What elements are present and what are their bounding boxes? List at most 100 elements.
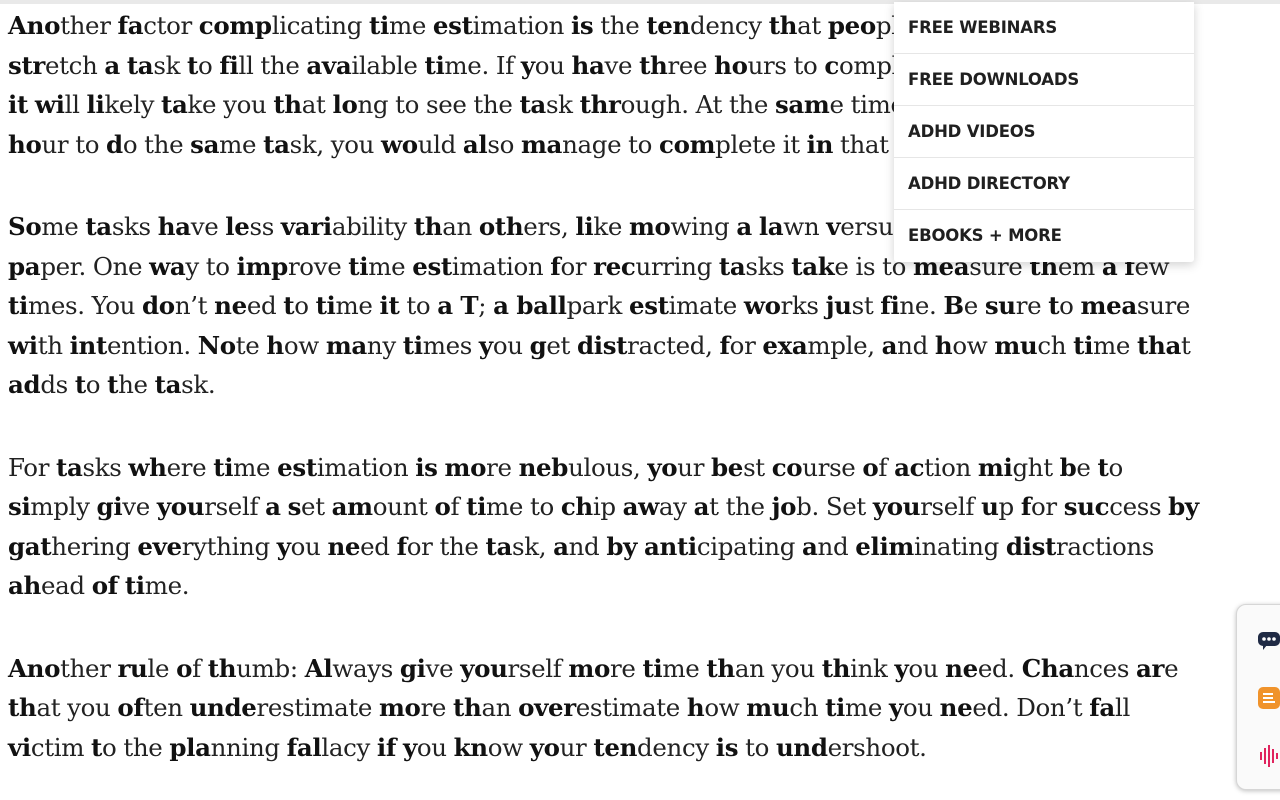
body-text: urring — [635, 251, 719, 281]
body-text: park — [566, 291, 629, 320]
emphasized-text: ta — [161, 90, 188, 119]
emphasized-text: v — [826, 212, 841, 241]
body-text: ead — [41, 571, 92, 600]
resources-dropdown-menu: FREE WEBINARS FREE DOWNLOADS ADHD VIDEOS AD… — [894, 2, 1194, 262]
emphasized-text: gat — [8, 531, 52, 561]
body-text: ow — [283, 330, 326, 360]
body-text: at you — [36, 693, 118, 722]
emphasized-text: it — [8, 90, 28, 119]
body-text: rove — [287, 251, 349, 281]
emphasized-text: und — [775, 732, 828, 762]
emphasized-text: ti — [402, 330, 423, 360]
body-text: tion — [924, 452, 978, 482]
emphasized-text: ne — [945, 653, 978, 683]
body-text: nces — [1073, 653, 1136, 683]
emphasized-text: it — [379, 291, 400, 320]
body-text: inating — [913, 531, 1006, 561]
body-text: ll the — [238, 50, 307, 80]
paragraph-line: Another rule of thumb: Always give yours… — [8, 649, 1280, 689]
body-text: o the — [122, 129, 191, 159]
body-text: an you — [734, 653, 822, 683]
emphasized-text: ti — [213, 452, 234, 482]
body-text: te — [235, 330, 267, 360]
body-text: re — [420, 693, 454, 722]
emphasized-text: ti — [466, 492, 487, 521]
emphasized-text: B — [943, 291, 964, 320]
dropdown-item-ebooks-more[interactable]: EBOOKS + MORE — [894, 210, 1194, 262]
body-text: ds — [40, 370, 75, 399]
body-text: or — [1031, 492, 1064, 521]
body-text: me — [368, 251, 413, 281]
floating-side-widget — [1236, 604, 1280, 790]
dropdown-item-adhd-directory[interactable]: ADHD DIRECTORY — [894, 158, 1194, 210]
emphasized-text: ma — [325, 330, 367, 360]
body-text: th — [37, 330, 70, 360]
emphasized-text: vi — [8, 732, 31, 762]
audio-button[interactable] — [1255, 741, 1280, 771]
emphasized-text: f — [396, 531, 408, 561]
emphasized-text: ta — [154, 370, 182, 399]
body-text: an — [481, 693, 519, 722]
emphasized-text: ma — [520, 129, 563, 159]
emphasized-text: est — [628, 291, 669, 320]
paragraph-line: times. You don’t need to time it to a T;… — [8, 286, 1280, 326]
paragraph-line: simply give yourself a set amount of tim… — [8, 487, 1280, 527]
emphasized-text: h — [266, 330, 284, 360]
body-text: ount — [372, 492, 435, 521]
paragraph-line: adds to the task. — [8, 365, 1280, 405]
body-text: hering — [51, 531, 138, 561]
emphasized-text: So — [8, 212, 42, 241]
body-text: e — [963, 291, 985, 320]
body-text: ch — [789, 693, 826, 722]
emphasized-text: th — [413, 212, 443, 241]
emphasized-text: by — [1168, 492, 1199, 521]
emphasized-text: ti — [1073, 330, 1094, 360]
body-text: ctim — [30, 732, 92, 762]
dropdown-item-free-downloads[interactable]: FREE DOWNLOADS — [894, 54, 1194, 106]
emphasized-text: wi — [34, 90, 65, 119]
body-text: he — [118, 370, 155, 399]
body-text: at — [797, 11, 828, 40]
emphasized-text: sa — [190, 129, 220, 159]
body-text — [438, 453, 445, 482]
emphasized-text: mo — [444, 452, 487, 482]
emphasized-text: ah — [8, 571, 41, 600]
emphasized-text: si — [8, 492, 31, 521]
body-text: mple, — [807, 330, 882, 360]
emphasized-text: Ano — [8, 653, 61, 683]
emphasized-text: o — [434, 492, 451, 521]
emphasized-text: kn — [453, 732, 488, 762]
body-text: estimate — [575, 693, 687, 722]
emphasized-text: anti — [643, 531, 697, 561]
body-text: mply — [30, 492, 97, 521]
chat-button[interactable] — [1255, 625, 1280, 655]
emphasized-text: h — [934, 330, 953, 360]
body-text: sk — [545, 90, 580, 119]
body-text: re — [610, 653, 643, 683]
emphasized-text: y — [889, 693, 903, 722]
emphasized-text: th — [821, 653, 851, 683]
body-text: umb: — [236, 653, 305, 683]
body-text: ou — [416, 732, 454, 762]
emphasized-text: a — [265, 492, 281, 521]
emphasized-text: ti — [642, 653, 663, 683]
emphasized-text: do — [142, 291, 175, 320]
emphasized-text: ten — [646, 11, 690, 40]
emphasized-text: ta — [263, 129, 290, 159]
emphasized-text: mo — [628, 212, 671, 241]
dropdown-item-free-webinars[interactable]: FREE WEBINARS — [894, 2, 1194, 54]
body-text: sure — [1136, 291, 1191, 320]
body-text: ss — [249, 212, 281, 241]
body-text: nning — [210, 732, 287, 762]
emphasized-text: a — [802, 531, 818, 561]
body-text: dency — [689, 11, 769, 40]
dropdown-item-adhd-videos[interactable]: ADHD VIDEOS — [894, 106, 1194, 158]
body-text: to — [399, 291, 438, 320]
emphasized-text: f — [1020, 492, 1032, 521]
body-text: ere — [166, 452, 214, 482]
body-text: imate — [668, 291, 744, 320]
emphasized-text: li — [86, 90, 105, 119]
stack-badge-button[interactable] — [1255, 683, 1280, 713]
emphasized-text: th — [207, 653, 237, 683]
body-text: imation — [451, 251, 551, 281]
